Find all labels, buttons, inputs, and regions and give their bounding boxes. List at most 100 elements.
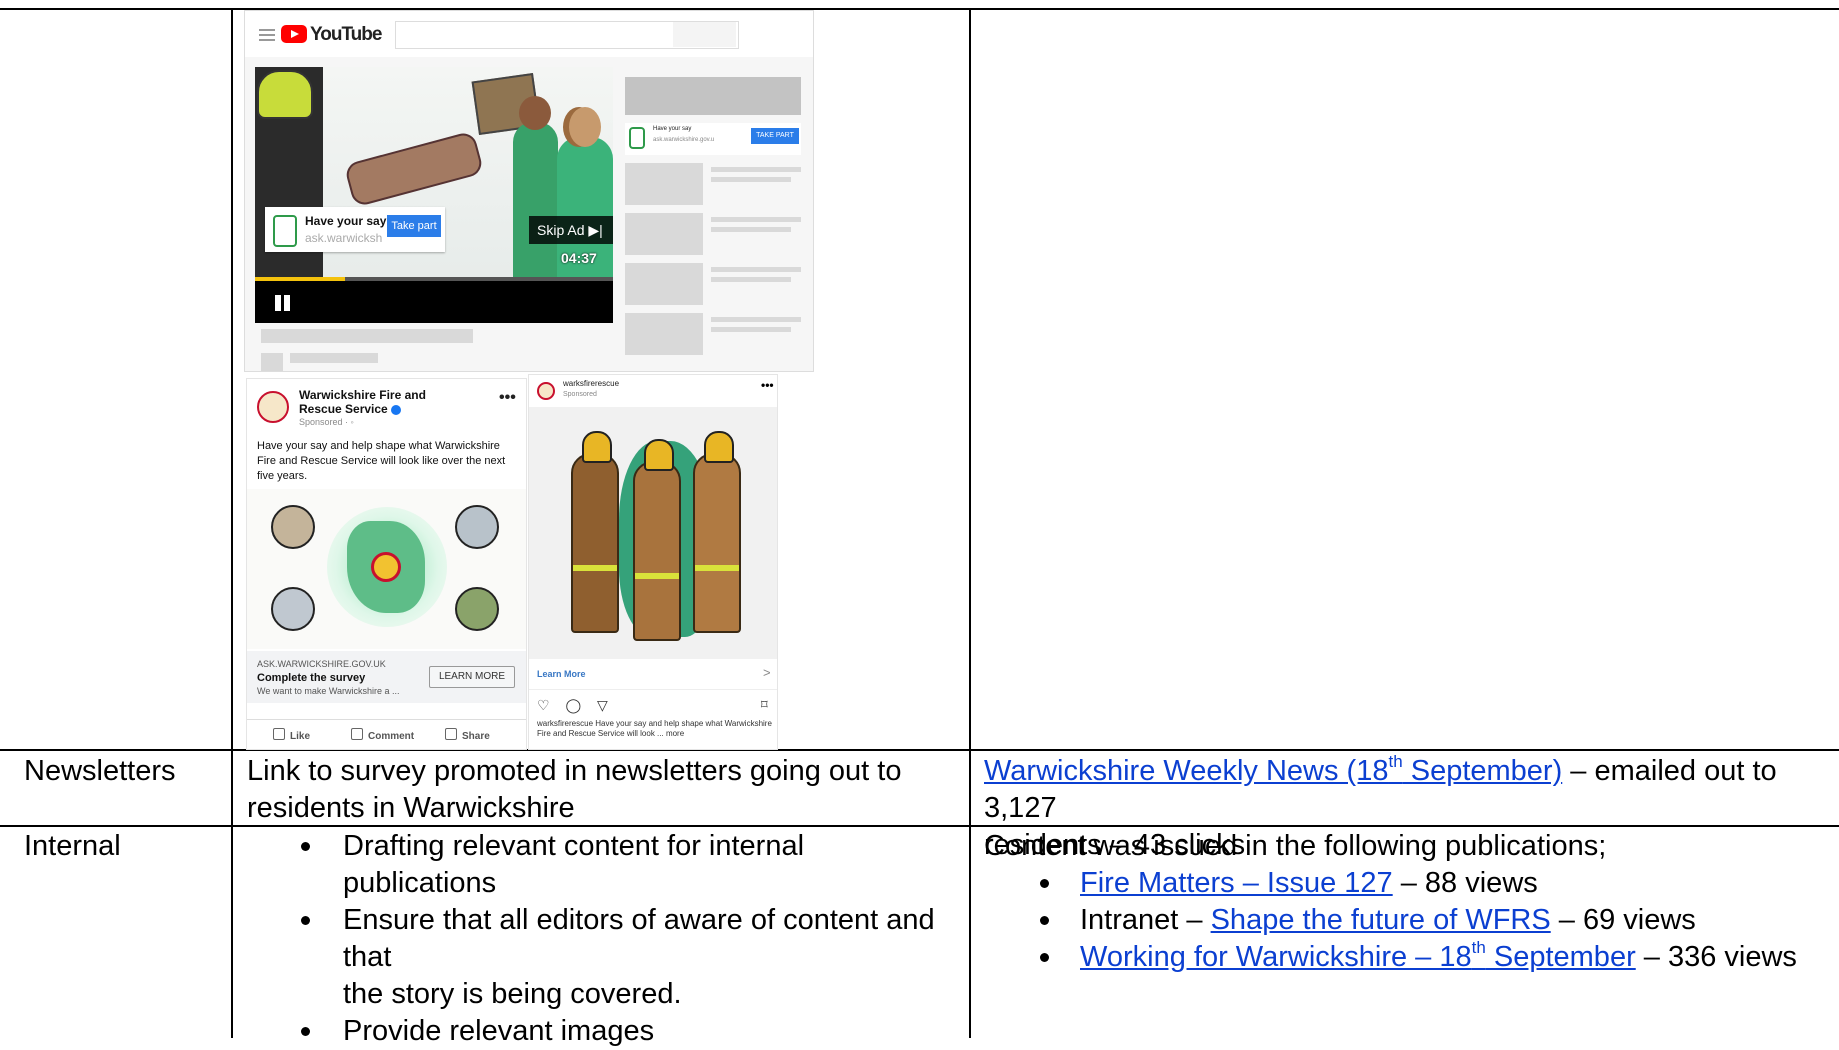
bullet-icon	[301, 916, 310, 925]
placeholder-block	[261, 329, 473, 343]
views-text: – 69 views	[1550, 904, 1696, 936]
newsletters-activity: Link to survey promoted in newsletters g…	[247, 753, 962, 827]
take-part-button: TAKE PART	[751, 128, 799, 144]
list-item-text: the story is being covered.	[343, 978, 682, 1010]
bookmark-icon: ⌑	[761, 697, 768, 712]
chevron-right-icon: >	[763, 665, 771, 680]
sidebar-ad-url: ask.warwickshire.gov.u	[653, 137, 715, 143]
row-label-internal: Internal	[24, 830, 121, 862]
link-domain: ASK.WARWICKSHIRE.GOV.UK	[257, 659, 386, 669]
document-table: YouTube Have your say ask.warwicksh Take…	[0, 0, 1839, 1047]
placeholder-block	[261, 353, 283, 371]
placeholder-block	[625, 213, 703, 255]
youtube-logo-text: YouTube	[310, 24, 382, 45]
activity-line: residents in Warwickshire	[247, 792, 575, 824]
youtube-ad-screenshot: YouTube Have your say ask.warwicksh Take…	[244, 10, 814, 372]
post-action-icons: ♡ ◯ ▽	[537, 697, 614, 713]
bullet-icon	[1040, 879, 1049, 888]
page-name-text: Warwickshire Fire and Rescue Service	[299, 388, 426, 416]
link-title: Complete the survey	[257, 672, 366, 684]
list-item-text: Drafting relevant content for internal p…	[343, 830, 805, 899]
bullet-icon	[1040, 953, 1049, 962]
post-text: Have your say and help shape what Warwic…	[257, 440, 506, 482]
link-text: September	[1485, 941, 1636, 973]
more-options-icon: •••	[761, 378, 774, 392]
publication-item: Intranet – Shape the future of WFRS – 69…	[984, 902, 1834, 939]
learn-more-button: LEARN MORE	[429, 666, 515, 688]
sponsored-text: Sponsored ·	[299, 417, 351, 427]
like-action: Like	[273, 728, 310, 742]
person-icon	[455, 587, 499, 631]
placeholder-block	[625, 163, 703, 205]
instagram-username: warksfirerescue	[563, 379, 620, 388]
facebook-ad-screenshot: Warwickshire Fire and Rescue Service Spo…	[246, 378, 527, 750]
thumbs-up-icon	[273, 728, 285, 740]
placeholder-block	[711, 277, 791, 282]
globe-icon: ◦	[350, 417, 354, 427]
list-item: Provide relevant images	[247, 1013, 962, 1050]
placeholder-block	[625, 263, 703, 305]
share-action: Share	[445, 728, 490, 742]
search-button	[673, 22, 736, 47]
bullet-icon	[301, 842, 310, 851]
shape-future-link[interactable]: Shape the future of WFRS	[1211, 904, 1551, 936]
ad-url: ask.warwicksh	[305, 231, 383, 245]
row-label-newsletters: Newsletters	[24, 755, 176, 787]
skip-ad-button: Skip Ad ▶|	[529, 216, 613, 244]
fire-matters-link[interactable]: Fire Matters – Issue 127	[1080, 867, 1393, 899]
placeholder-block	[290, 353, 378, 363]
verified-icon	[390, 404, 401, 415]
list-item-continuation: the story is being covered.	[247, 976, 962, 1013]
list-item: Drafting relevant content for internal p…	[247, 828, 962, 902]
ask-warwickshire-logo-icon	[273, 215, 297, 247]
firefighter-figure	[571, 431, 619, 633]
video-time: 04:37	[561, 250, 597, 266]
instagram-ad-screenshot: warksfirerescue Sponsored ••• Learn More…	[528, 374, 778, 750]
student-figure	[513, 96, 558, 277]
building-icon	[271, 587, 315, 631]
comment-action: Comment	[351, 728, 414, 742]
post-image	[247, 489, 526, 649]
post-image	[529, 407, 777, 659]
column-divider-2	[969, 8, 971, 1038]
learn-more-bar: Learn More >	[529, 659, 777, 690]
placeholder-block	[711, 317, 801, 322]
list-item: Ensure that all editors of aware of cont…	[247, 902, 962, 976]
bullet-icon	[1040, 916, 1049, 925]
sponsored-label: Sponsored	[563, 391, 597, 398]
fire-service-crest-icon	[537, 382, 555, 400]
weekly-news-link[interactable]: Warwickshire Weekly News (18th September…	[984, 752, 1562, 787]
firefighter-figure	[693, 431, 741, 633]
placeholder-block	[625, 313, 703, 355]
player-controls	[255, 281, 613, 323]
building-icon	[455, 505, 499, 549]
menu-icon	[259, 29, 275, 31]
ordinal-suffix: th	[1388, 752, 1403, 772]
more-options-icon: •••	[499, 389, 516, 406]
prefix-text: Intranet –	[1080, 904, 1211, 936]
car-figure	[343, 130, 485, 208]
working-for-warwickshire-link[interactable]: Working for Warwickshire – 18th Septembe…	[1080, 938, 1636, 973]
list-item-text: Provide relevant images	[343, 1015, 655, 1047]
placeholder-block	[711, 167, 801, 172]
result-line: Warwickshire Weekly News (18th September…	[984, 753, 1834, 827]
facebook-page-name: Warwickshire Fire and Rescue Service	[299, 388, 469, 416]
result-intro: Content was issued in the following publ…	[984, 830, 1607, 862]
ad-title: Have your say	[305, 214, 387, 228]
link-description: We want to make Warwickshire a ...	[257, 686, 400, 696]
learn-more-link: Learn More	[537, 669, 586, 679]
placeholder-block	[711, 217, 801, 222]
ordinal-suffix: th	[1471, 938, 1486, 958]
bullet-icon	[301, 1027, 310, 1036]
building-icon	[271, 505, 315, 549]
post-actions: Like Comment Share	[247, 719, 526, 748]
internal-activity-list: Drafting relevant content for internal p…	[247, 828, 962, 1050]
sidebar-ad-title: Have your say	[653, 126, 692, 132]
activity-line: Link to survey promoted in newsletters g…	[247, 755, 902, 787]
publication-item: Fire Matters – Issue 127 – 88 views	[984, 865, 1834, 902]
link-text: Warwickshire Weekly News (18	[984, 755, 1389, 787]
publication-item: Working for Warwickshire – 18th Septembe…	[984, 939, 1834, 976]
like-label: Like	[290, 731, 311, 742]
views-text: – 336 views	[1635, 941, 1797, 973]
placeholder-block	[625, 77, 801, 115]
